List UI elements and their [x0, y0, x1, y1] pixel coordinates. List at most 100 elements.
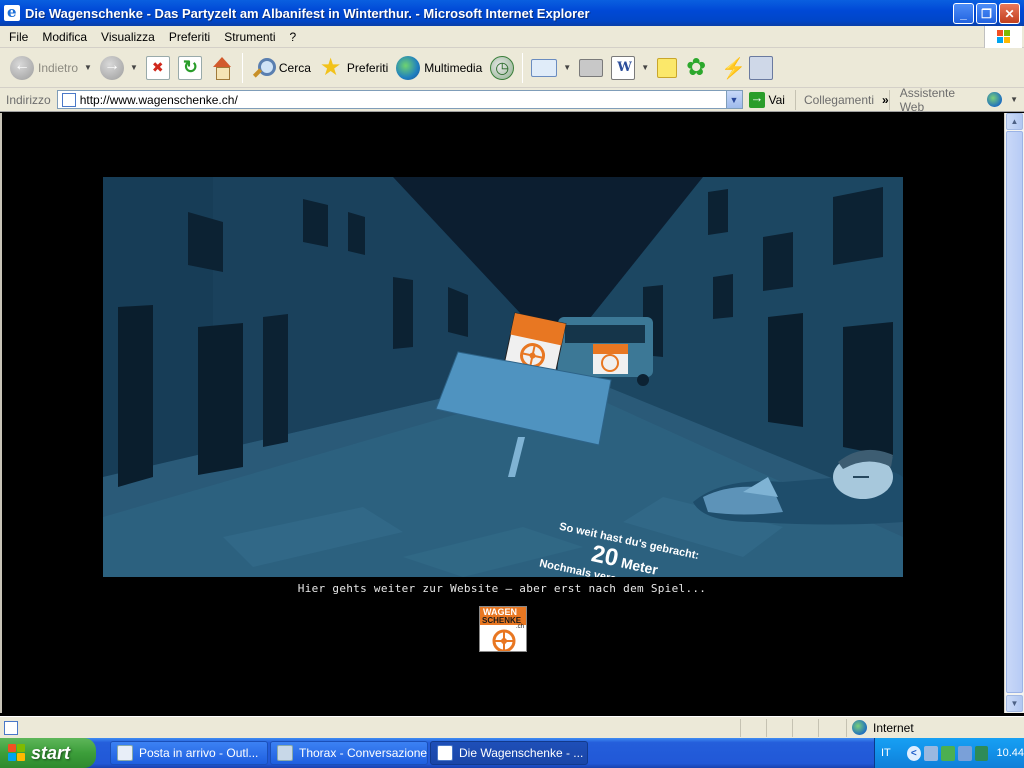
- close-button[interactable]: ✕: [999, 3, 1020, 24]
- system-tray: IT < 10.44: [874, 738, 1024, 768]
- scroll-up-icon[interactable]: ▲: [1006, 113, 1023, 130]
- print-button[interactable]: [575, 51, 607, 85]
- clock[interactable]: 10.44: [996, 747, 1024, 759]
- task-label: Thorax - Conversazione: [299, 746, 428, 760]
- distance-unit: Meter: [619, 554, 660, 577]
- flash-game[interactable]: So weit hast du's gebracht: 20 Meter Noc…: [103, 177, 903, 577]
- assistant-dropdown-icon[interactable]: ▼: [1010, 95, 1018, 104]
- favorites-label: Preferiti: [346, 60, 389, 75]
- distance-number: 20: [589, 540, 621, 573]
- url-input[interactable]: [79, 92, 720, 107]
- stop-icon: [145, 55, 170, 80]
- mail-button[interactable]: ▼: [527, 51, 575, 85]
- outlook-icon: [117, 745, 133, 761]
- back-arrow-icon: [10, 55, 34, 80]
- favorites-star-icon: [319, 53, 343, 82]
- media-button[interactable]: Multimedia: [392, 51, 486, 85]
- start-button[interactable]: start: [0, 738, 96, 768]
- menu-file[interactable]: File: [2, 30, 35, 44]
- globe-icon: [987, 92, 1003, 107]
- ie-app-icon[interactable]: [4, 3, 20, 21]
- logo-suffix: .ch: [516, 624, 525, 630]
- show-hidden-icons-icon[interactable]: <: [906, 745, 921, 761]
- media-label: Multimedia: [424, 60, 483, 75]
- back-button[interactable]: Indietro ▼: [6, 51, 96, 85]
- menu-modifica[interactable]: Modifica: [35, 30, 94, 44]
- note-button[interactable]: [653, 51, 681, 85]
- task-label: Die Wagenschenke - ...: [459, 746, 584, 760]
- home-button[interactable]: [206, 51, 238, 85]
- maximize-button[interactable]: ❐: [976, 3, 997, 24]
- taskbar-item-ie[interactable]: Die Wagenschenke - ...: [430, 741, 588, 765]
- favorites-button[interactable]: Preferiti: [315, 51, 392, 85]
- status-divider: [846, 719, 847, 737]
- address-label: Indirizzo: [6, 92, 51, 107]
- windows-logo-icon: [984, 26, 1022, 48]
- media-icon: [396, 55, 421, 80]
- menu-preferiti[interactable]: Preferiti: [162, 30, 217, 44]
- assistant-label: Assistente Web: [899, 85, 956, 114]
- sync-icon[interactable]: [974, 745, 989, 761]
- page-status-icon: [4, 720, 18, 735]
- status-divider: [740, 719, 741, 737]
- search-icon: [251, 56, 276, 80]
- security-zone: Internet: [852, 720, 914, 735]
- taskbar: start Posta in arrivo - Outl... Thorax -…: [0, 738, 1024, 768]
- toolbar-separator: [241, 52, 243, 83]
- links-label[interactable]: Collegamenti: [796, 93, 882, 107]
- tools-button[interactable]: [745, 51, 777, 85]
- menu-strumenti[interactable]: Strumenti: [217, 30, 282, 44]
- mail-dropdown-icon[interactable]: ▼: [563, 63, 571, 72]
- menu-help[interactable]: ?: [283, 30, 304, 44]
- go-button[interactable]: Vai: [748, 89, 796, 110]
- menu-bar: File Modifica Visualizza Preferiti Strum…: [0, 26, 1024, 48]
- taskbar-item-thorax[interactable]: Thorax - Conversazione: [270, 741, 428, 765]
- links-chevron-icon[interactable]: »: [882, 93, 889, 107]
- flash-button[interactable]: [713, 51, 746, 85]
- address-bar: Indirizzo ▼ Vai Collegamenti » Assistent…: [0, 86, 1024, 114]
- refresh-icon: [177, 55, 202, 80]
- address-dropdown-icon[interactable]: ▼: [725, 91, 742, 108]
- ie-icon: [437, 745, 453, 761]
- network-icon[interactable]: [923, 745, 938, 761]
- standard-toolbar: Indietro ▼ ▼ Cerca Preferiti Multimedia …: [0, 48, 1024, 88]
- forward-button[interactable]: ▼: [96, 51, 142, 85]
- lightning-icon: [717, 56, 746, 81]
- icq-flower-icon: [685, 53, 709, 82]
- word-icon: [611, 55, 636, 80]
- note-icon: [657, 57, 678, 78]
- web-assistant[interactable]: Assistente Web ▼: [888, 86, 1024, 114]
- research-icon: [749, 55, 774, 80]
- address-field[interactable]: ▼: [56, 90, 743, 109]
- history-button[interactable]: [486, 51, 518, 85]
- printer-icon: [579, 58, 604, 77]
- icq-button[interactable]: [681, 51, 713, 85]
- zone-label: Internet: [873, 720, 914, 735]
- status-bar: Internet: [0, 716, 1024, 738]
- messenger-tray-icon[interactable]: [940, 745, 955, 761]
- task-label: Posta in arrivo - Outl...: [139, 746, 259, 760]
- taskbar-item-outlook[interactable]: Posta in arrivo - Outl...: [110, 741, 268, 765]
- start-label: start: [31, 742, 71, 763]
- title-bar[interactable]: Die Wagenschenke - Das Partyzelt am Alba…: [0, 0, 1024, 26]
- stop-button[interactable]: [142, 51, 174, 85]
- scroll-thumb[interactable]: [1006, 131, 1023, 693]
- refresh-button[interactable]: [174, 51, 206, 85]
- connection-icon[interactable]: [957, 745, 972, 761]
- vertical-scrollbar[interactable]: ▲ ▼: [1004, 113, 1024, 713]
- status-divider: [792, 719, 793, 737]
- menu-visualizza[interactable]: Visualizza: [94, 30, 162, 44]
- forward-dropdown-icon[interactable]: ▼: [130, 63, 138, 72]
- back-dropdown-icon[interactable]: ▼: [84, 63, 92, 72]
- wagenschenke-logo[interactable]: WAGEN SCHENKE .ch: [479, 606, 527, 652]
- edit-dropdown-icon[interactable]: ▼: [641, 63, 649, 72]
- edit-button[interactable]: ▼: [607, 51, 653, 85]
- language-indicator[interactable]: IT: [881, 747, 891, 759]
- page-icon: [61, 92, 76, 107]
- windows-flag-icon: [8, 744, 26, 762]
- scroll-down-icon[interactable]: ▼: [1006, 695, 1023, 712]
- minimize-button[interactable]: _: [953, 3, 974, 24]
- search-label: Cerca: [278, 60, 311, 75]
- continue-to-website-link[interactable]: Hier gehts weiter zur Website – aber ers…: [0, 582, 1004, 595]
- search-button[interactable]: Cerca: [247, 51, 315, 85]
